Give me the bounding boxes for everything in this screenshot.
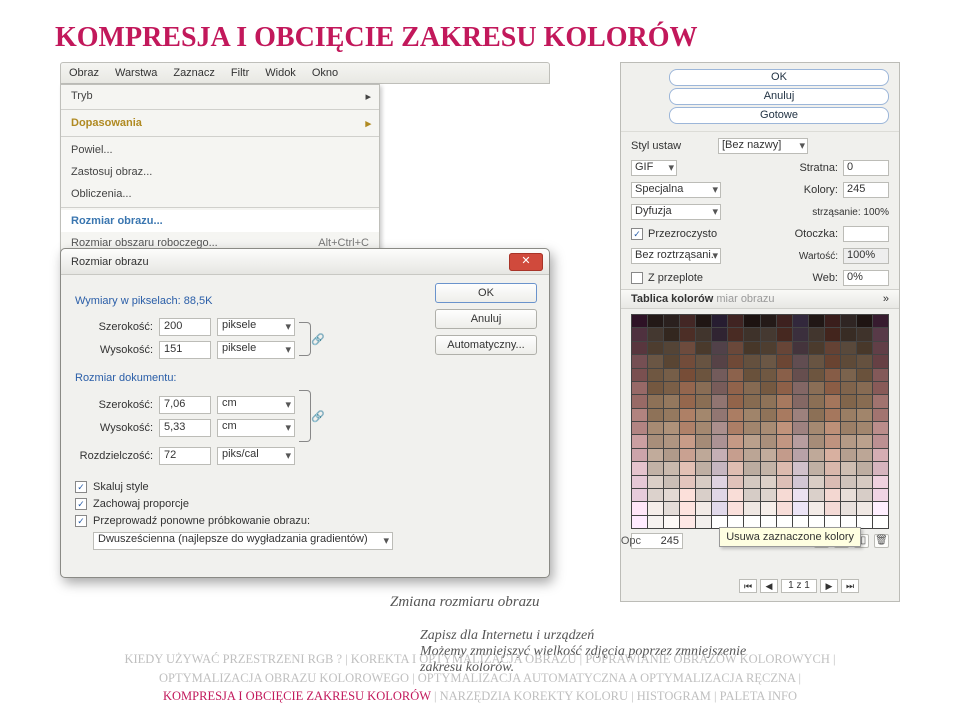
amount-input: 100% [843, 248, 889, 264]
dd-tryb[interactable]: Tryb [61, 85, 379, 107]
ok-button[interactable]: OK [435, 283, 537, 303]
menu-warstwa[interactable]: Warstwa [107, 67, 165, 79]
close-icon[interactable]: ✕ [509, 253, 543, 271]
dd-zastosuj[interactable]: Zastosuj obraz... [61, 161, 379, 183]
caption-resize: Zmiana rozmiaru obrazu [390, 594, 539, 611]
sfw-cancel-button[interactable]: Anuluj [669, 88, 889, 105]
resolution-input[interactable]: 72 [159, 447, 211, 465]
nav-first[interactable]: ⏮ [739, 579, 757, 593]
page-title: KOMPRESJA I OBCIĘCIE ZAKRESU KOLORÓW [0, 0, 960, 54]
menu-widok[interactable]: Widok [257, 67, 304, 79]
nav-last[interactable]: ⏭ [841, 579, 859, 593]
unit-cm-h[interactable]: cm [217, 419, 295, 437]
dither-select[interactable]: Dyfuzja [631, 204, 721, 220]
doc-size-label: Rozmiar dokumentu: [75, 372, 535, 384]
cb-interlace[interactable] [631, 272, 643, 284]
menu-filtr[interactable]: Filtr [223, 67, 257, 79]
resample-method[interactable]: Dwusześcienna (najlepsze do wygładzania … [93, 532, 393, 550]
height-px-input[interactable]: 151 [159, 341, 211, 359]
cb-transparency[interactable]: ✓ [631, 228, 643, 240]
sfw-ok-button[interactable]: OK [669, 69, 889, 86]
height-cm-input[interactable]: 5,33 [159, 419, 211, 437]
format-select[interactable]: GIF [631, 160, 677, 176]
nav-prev[interactable]: ◀ [760, 579, 778, 593]
dd-obliczenia[interactable]: Obliczenia... [61, 183, 379, 205]
tooltip: Usuwa zaznaczone kolory [719, 527, 861, 547]
save-for-web-panel: OK Anuluj Gotowe Styl ustaw[Bez nazwy] G… [620, 62, 900, 602]
obraz-dropdown: Tryb Dopasowania Powiel... Zastosuj obra… [60, 84, 380, 255]
trash-icon[interactable]: 🗑 [874, 534, 889, 548]
menubar[interactable]: Obraz Warstwa Zaznacz Filtr Widok Okno [60, 62, 550, 84]
unit-cm-w[interactable]: cm [217, 396, 295, 414]
matte-select[interactable] [843, 226, 889, 242]
unit-px-w[interactable]: piksele [217, 318, 295, 336]
cb-scale-styles[interactable]: ✓Skaluj style [75, 481, 535, 493]
unit-px-h[interactable]: piksele [217, 341, 295, 359]
nav-status: 1 z 1 [781, 579, 817, 593]
trans-dither[interactable]: Bez roztrząsani.. [631, 248, 721, 264]
breadcrumb: KIEDY UŻYWAĆ PRZESTRZENI RGB ? | KOREKTA… [0, 650, 960, 706]
width-px-input[interactable]: 200 [159, 318, 211, 336]
menu-obraz[interactable]: Obraz [61, 67, 107, 79]
lossy-input[interactable]: 0 [843, 160, 889, 176]
menu-okno[interactable]: Okno [304, 67, 346, 79]
dd-rozmiar-obrazu[interactable]: Rozmiar obrazu... [61, 210, 379, 232]
color-table[interactable] [631, 314, 889, 529]
colors-input[interactable]: 245 [843, 182, 889, 198]
link-icon[interactable]: 🔗 [311, 333, 323, 345]
cb-constrain[interactable]: ✓Zachowaj proporcje [75, 498, 535, 510]
image-size-dialog: Rozmiar obrazu ✕ OK Anuluj Automatyczny.… [60, 248, 550, 578]
res-unit[interactable]: piks/cal [217, 447, 295, 465]
preset-select[interactable]: [Bez nazwy] [718, 138, 808, 154]
pixel-dim-label: Wymiary w pikselach: [75, 295, 181, 307]
web-snap[interactable]: 0% [843, 270, 889, 286]
dd-dopasowania[interactable]: Dopasowania [61, 112, 379, 134]
cancel-button[interactable]: Anuluj [435, 309, 537, 329]
link-icon-2[interactable]: 🔗 [311, 410, 323, 422]
sfw-done-button[interactable]: Gotowe [669, 107, 889, 124]
chevron-icon[interactable]: » [883, 293, 889, 305]
auto-button[interactable]: Automatyczny... [435, 335, 537, 355]
cb-resample[interactable]: ✓Przeprowadź ponowne próbkowanie obrazu: [75, 515, 535, 527]
reduction-select[interactable]: Specjalna [631, 182, 721, 198]
width-cm-input[interactable]: 7,06 [159, 396, 211, 414]
dialog-title: Rozmiar obrazu [71, 256, 149, 268]
nav-next[interactable]: ▶ [820, 579, 838, 593]
dd-powiel[interactable]: Powiel... [61, 139, 379, 161]
opc-label: Opc [621, 535, 641, 547]
menu-zaznacz[interactable]: Zaznacz [165, 67, 223, 79]
